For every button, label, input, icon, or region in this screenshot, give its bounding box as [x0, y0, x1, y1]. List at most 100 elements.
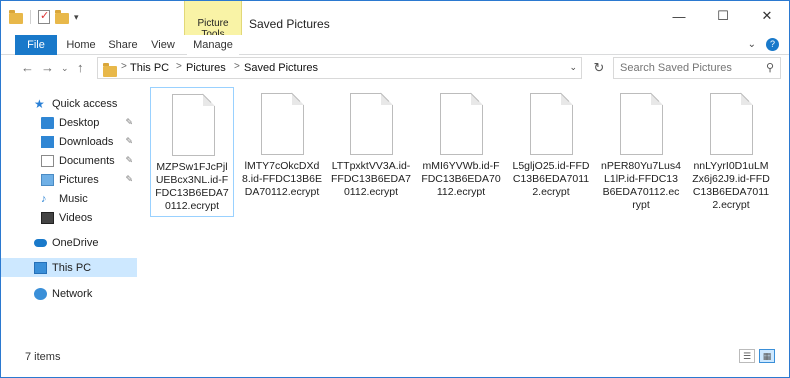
forward-arrow-icon[interactable]: → [41, 60, 54, 75]
breadcrumb-pictures[interactable]: Pictures [186, 62, 226, 74]
file-item[interactable]: nnLYyrI0D1uLMZx6j62J9.id-FFDC13B6EDA7011… [689, 87, 773, 217]
star-icon: ★ [34, 96, 45, 111]
music-icon: ♪ [41, 192, 47, 205]
ribbon-right-controls: ⌄ ? [748, 38, 779, 51]
nav-label: Documents [59, 154, 115, 167]
nav-label: Quick access [52, 97, 118, 110]
details-view-icon[interactable]: ☰ [739, 349, 755, 363]
file-name: lMTY7cOkcDXd8.id-FFDC13B6EDA70112.ecrypt [242, 160, 322, 198]
tab-manage[interactable]: Manage [187, 35, 239, 55]
breadcrumb-separator[interactable]: > [121, 61, 127, 72]
ribbon-tabs: File Home Share View Manage ⌄ ? [1, 35, 789, 55]
nav-label: Network [52, 287, 93, 300]
up-arrow-icon[interactable]: ↑ [77, 60, 84, 75]
pin-icon[interactable]: ✎ [125, 117, 133, 128]
title-bar: ▾ Picture Tools Saved Pictures — ☐ ✕ [1, 1, 789, 40]
file-name: LTTpxktVV3A.id-FFDC13B6EDA70112.ecrypt [331, 160, 411, 198]
nav-label: This PC [52, 261, 92, 274]
nav-onedrive[interactable]: OneDrive [1, 233, 137, 252]
nav-item-downloads[interactable]: Downloads ✎ [1, 132, 137, 151]
nav-quick-access[interactable]: ★ Quick access [1, 94, 137, 113]
quick-access-toolbar: ▾ [9, 9, 79, 24]
pin-icon[interactable]: ✎ [125, 174, 133, 185]
file-icon [261, 93, 304, 155]
downloads-icon [41, 135, 54, 148]
nav-item-pictures[interactable]: Pictures ✎ [1, 170, 137, 189]
toolbar-separator [30, 10, 31, 24]
videos-icon [41, 211, 54, 224]
back-arrow-icon[interactable]: ← [21, 60, 34, 75]
folder-icon [9, 9, 23, 24]
breadcrumb-separator[interactable]: > [234, 61, 240, 72]
customize-toolbar-icon[interactable]: ▾ [74, 12, 79, 23]
nav-label: Videos [59, 211, 93, 224]
nav-item-music[interactable]: ♪ Music [1, 189, 137, 208]
file-name: mMI6YVWb.id-FFDC13B6EDA70112.ecrypt [421, 160, 501, 198]
search-input[interactable] [614, 58, 754, 78]
tab-file[interactable]: File [15, 35, 57, 55]
file-icon [710, 93, 753, 155]
search-icon: ⚲ [765, 62, 774, 74]
file-icon [350, 93, 393, 155]
file-item[interactable]: nPER80Yu7Lus4L1lP.id-FFDC13B6EDA70112.ec… [599, 87, 683, 217]
pictures-icon [41, 173, 54, 186]
file-icon [620, 93, 663, 155]
window-title: Saved Pictures [249, 17, 330, 31]
view-switcher: ☰ ▦ [739, 349, 775, 363]
nav-label: Music [59, 192, 88, 205]
file-item[interactable]: mMI6YVWb.id-FFDC13B6EDA70112.ecrypt [419, 87, 503, 217]
close-button[interactable]: ✕ [745, 1, 789, 31]
ribbon-collapse-icon[interactable]: ⌄ [748, 39, 756, 50]
file-name: nPER80Yu7Lus4L1lP.id-FFDC13B6EDA70112.ec… [601, 160, 681, 211]
nav-label: Downloads [59, 135, 114, 148]
large-icons-view-icon[interactable]: ▦ [759, 349, 775, 363]
search-box[interactable]: ⚲ [613, 57, 781, 79]
picture-tools-context-tab: Picture Tools [184, 1, 242, 40]
nav-item-documents[interactable]: Documents ✎ [1, 151, 137, 170]
file-icon [172, 94, 215, 156]
file-item[interactable]: MZPSw1FJcPjlUEBcx3NL.id-FFDC13B6EDA70112… [150, 87, 234, 217]
item-count: 7 items [25, 351, 61, 363]
nav-item-desktop[interactable]: Desktop ✎ [1, 113, 137, 132]
nav-this-pc[interactable]: This PC [1, 258, 137, 277]
nav-label: Pictures [59, 173, 99, 186]
properties-icon[interactable] [38, 9, 50, 24]
breadcrumb-saved-pictures[interactable]: Saved Pictures [244, 62, 318, 74]
status-bar: 7 items ☰ ▦ [1, 346, 789, 377]
file-item[interactable]: L5gljO25.id-FFDC13B6EDA70112.ecrypt [509, 87, 593, 217]
nav-item-videos[interactable]: Videos [1, 208, 137, 227]
nav-label: Desktop [59, 116, 100, 129]
pin-icon[interactable]: ✎ [125, 155, 133, 166]
refresh-icon[interactable]: ↻ [589, 58, 609, 78]
new-folder-icon[interactable] [55, 9, 69, 24]
tab-share[interactable]: Share [107, 35, 139, 55]
tab-view[interactable]: View [149, 35, 177, 55]
tab-home[interactable]: Home [65, 35, 97, 55]
pin-icon[interactable]: ✎ [125, 136, 133, 147]
maximize-button[interactable]: ☐ [701, 1, 745, 31]
recent-locations-icon[interactable]: ⌄ [61, 63, 69, 74]
explorer-window: ▾ Picture Tools Saved Pictures — ☐ ✕ Fil… [0, 0, 790, 378]
help-icon[interactable]: ? [766, 38, 779, 51]
address-bar[interactable]: > This PC > Pictures > Saved Pictures ⌄ [97, 57, 582, 79]
file-icon [530, 93, 573, 155]
address-dropdown-icon[interactable]: ⌄ [569, 62, 577, 73]
breadcrumb-separator[interactable]: > [176, 61, 182, 72]
file-list: MZPSw1FJcPjlUEBcx3NL.id-FFDC13B6EDA70112… [138, 83, 789, 348]
file-item[interactable]: lMTY7cOkcDXd8.id-FFDC13B6EDA70112.ecrypt [240, 87, 324, 217]
file-name: nnLYyrI0D1uLMZx6j62J9.id-FFDC13B6EDA7011… [692, 160, 770, 211]
desktop-icon [41, 116, 54, 129]
address-folder-icon [103, 63, 117, 77]
window-controls: — ☐ ✕ [657, 1, 789, 31]
file-item[interactable]: LTTpxktVV3A.id-FFDC13B6EDA70112.ecrypt [329, 87, 413, 217]
network-icon [34, 287, 47, 300]
onedrive-icon [34, 238, 47, 247]
navigation-pane: ★ Quick access Desktop ✎ Downloads ✎ Doc… [1, 83, 137, 343]
file-name: MZPSw1FJcPjlUEBcx3NL.id-FFDC13B6EDA70112… [155, 161, 229, 212]
nav-network[interactable]: Network [1, 284, 137, 303]
file-icon [440, 93, 483, 155]
breadcrumb-this-pc[interactable]: This PC [130, 62, 169, 74]
minimize-button[interactable]: — [657, 1, 701, 31]
documents-icon [41, 154, 54, 167]
computer-icon [34, 261, 47, 274]
